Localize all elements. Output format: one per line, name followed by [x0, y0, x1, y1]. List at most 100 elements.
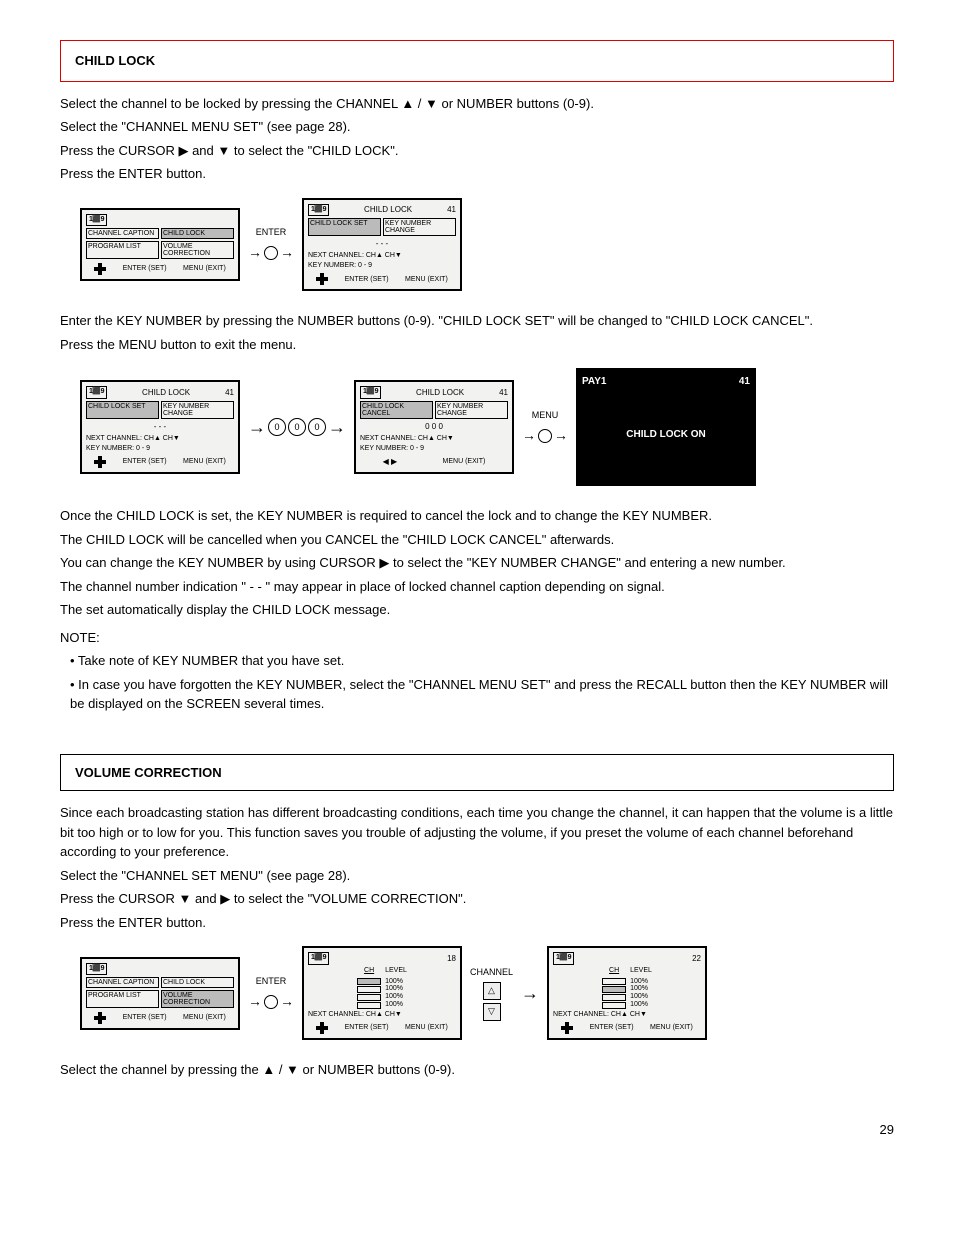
btn-childlock-set: CHILD LOCK SET	[86, 401, 159, 419]
head-ch: CH	[609, 967, 619, 975]
arrow-icon: →	[521, 984, 539, 1002]
screen-final: PAY1 41 CHILD LOCK ON	[576, 368, 756, 486]
footer-enter: ENTER (SET)	[345, 276, 389, 284]
figure-row-2: 1⬛9 CHILD LOCK 41 CHILD LOCK SET KEY NUM…	[60, 368, 894, 486]
level-val: 100%	[630, 985, 648, 993]
channel-label: CHANNEL	[470, 966, 513, 980]
screen-childlock-cancel: 1⬛9 CHILD LOCK 41 CHILD LOCK CANCEL KEY …	[354, 380, 514, 474]
menu-btn-volume-correction: VOLUME CORRECTION	[161, 241, 234, 259]
footer-menu: MENU (EXIT)	[183, 1014, 226, 1022]
cl-note-b: • In case you have forgotten the KEY NUM…	[70, 675, 894, 714]
level-val: 100%	[630, 978, 648, 986]
screen-childlock-set2: 1⬛9 CHILD LOCK 41 CHILD LOCK SET KEY NUM…	[80, 380, 240, 474]
bar-icon	[602, 1002, 626, 1009]
level-val: 100%	[385, 985, 403, 993]
screen-childlock-set: 1⬛9 CHILD LOCK 41 CHILD LOCK SET KEY NUM…	[302, 198, 462, 292]
cl-channel: 41	[499, 387, 508, 399]
cl-note2: The CHILD LOCK will be cancelled when yo…	[60, 530, 894, 550]
btn-childlock-set: CHILD LOCK SET	[308, 218, 381, 236]
cl-step-3: Press the CURSOR ▶ and ▼ to select the "…	[60, 141, 894, 161]
bar-icon	[357, 978, 381, 985]
vc-step-2: Press the CURSOR ▼ and ▶ to select the "…	[60, 889, 894, 909]
figure-row-1: 1⬛9 CHANNEL CAPTION CHILD LOCK PROGRAM L…	[60, 198, 894, 292]
arrow-icon	[280, 242, 294, 263]
footer-menu: MENU (EXIT)	[443, 458, 486, 466]
footer-enter: ENTER (SET)	[590, 1024, 634, 1032]
vc-step-3: Press the ENTER button.	[60, 913, 894, 933]
cl-channel: 41	[225, 387, 234, 399]
screen-icon: 1⬛9	[86, 214, 107, 227]
screen-icon: 1⬛9	[308, 952, 329, 965]
screen-menu-vc: 1⬛9 CHANNEL CAPTION CHILD LOCK PROGRAM L…	[80, 957, 240, 1031]
enter-label: ENTER	[256, 226, 287, 240]
arrow-enter-1: ENTER	[248, 226, 294, 264]
arrow-icon	[554, 425, 568, 446]
btn-keynumber-change: KEY NUMBER CHANGE	[435, 401, 508, 419]
enter-button-icon	[264, 246, 278, 260]
dpad-icon	[316, 1022, 328, 1034]
arrow-icon	[248, 991, 262, 1012]
cl-note5: The set automatically display the CHILD …	[60, 600, 894, 620]
dpad-icon	[94, 456, 106, 468]
level-val: 100%	[385, 978, 403, 986]
cl-note3: You can change the KEY NUMBER by using C…	[60, 553, 894, 573]
vol-line1: NEXT CHANNEL: CH▲ CH▼	[553, 1011, 701, 1019]
level-val: 100%	[385, 993, 403, 1001]
btn-childlock-cancel: CHILD LOCK CANCEL	[360, 401, 433, 419]
cl-title: CHILD LOCK	[142, 387, 190, 399]
btn-keynumber-change: KEY NUMBER CHANGE	[161, 401, 234, 419]
vc-step-1: Select the "CHANNEL SET MENU" (see page …	[60, 866, 894, 886]
cl-channel: 41	[447, 204, 456, 216]
arrow-icon	[248, 242, 262, 263]
final-right: 41	[739, 374, 750, 389]
level-val: 100%	[630, 1001, 648, 1009]
cl-dots: - - -	[86, 421, 234, 433]
bar-icon	[602, 986, 626, 993]
cl-title: CHILD LOCK	[416, 387, 464, 399]
cl-note1: Once the CHILD LOCK is set, the KEY NUMB…	[60, 506, 894, 526]
screen-volume-22: 1⬛9 22 CH LEVEL 100% 100% 100%	[547, 946, 707, 1040]
bar-icon	[357, 986, 381, 993]
screen-icon: 1⬛9	[308, 204, 329, 217]
footer-menu: MENU (EXIT)	[650, 1024, 693, 1032]
level-val: 100%	[630, 993, 648, 1001]
cl-000: 0 0 0	[360, 421, 508, 433]
footer-menu: MENU (EXIT)	[183, 458, 226, 466]
menu-btn-channel-caption: CHANNEL CAPTION	[86, 228, 159, 239]
lr-arrows-icon: ◀ ▶	[383, 456, 398, 468]
bar-icon	[357, 1002, 381, 1009]
cl-step-1: Select the channel to be locked by press…	[60, 94, 894, 114]
arrow-000: → 0 0 0 →	[248, 418, 346, 436]
footer-menu: MENU (EXIT)	[405, 276, 448, 284]
dpad-icon	[561, 1022, 573, 1034]
screen-icon: 1⬛9	[86, 386, 107, 399]
arrow-menu: MENU	[522, 409, 568, 447]
arrow-icon: →	[328, 418, 346, 436]
vol-line1: NEXT CHANNEL: CH▲ CH▼	[308, 1011, 456, 1019]
cl-line1: NEXT CHANNEL: CH▲ CH▼	[308, 252, 456, 260]
vol-ch-18: 18	[447, 953, 456, 965]
bar-icon	[357, 994, 381, 1001]
cl-line2: KEY NUMBER: 0 - 9	[86, 445, 234, 453]
final-msg: CHILD LOCK ON	[626, 389, 705, 480]
footer-enter: ENTER (SET)	[123, 265, 167, 273]
menu-label: MENU	[532, 409, 559, 423]
menu-btn-program-list: PROGRAM LIST	[86, 990, 159, 1008]
cl-note-title: NOTE:	[60, 628, 894, 648]
enter-button-icon	[264, 995, 278, 1009]
cl-note4: The channel number indication " - - " ma…	[60, 577, 894, 597]
footer-enter: ENTER (SET)	[345, 1024, 389, 1032]
channel-down-icon: ▽	[483, 1003, 501, 1021]
vol-ch-22: 22	[692, 953, 701, 965]
channel-up-icon: △	[483, 982, 501, 1000]
dpad-icon	[94, 1012, 106, 1024]
num-0-btn: 0	[288, 418, 306, 436]
bar-icon	[602, 978, 626, 985]
arrow-channel: CHANNEL △ ▽	[470, 966, 513, 1022]
cl-dots: - - -	[308, 238, 456, 250]
arrow-enter-2: ENTER	[248, 975, 294, 1013]
screen-volume-18: 1⬛9 18 CH LEVEL 100% 100% 100%	[302, 946, 462, 1040]
cl-line2: KEY NUMBER: 0 - 9	[360, 445, 508, 453]
footer-enter: ENTER (SET)	[123, 1014, 167, 1022]
head-level: LEVEL	[630, 967, 652, 975]
